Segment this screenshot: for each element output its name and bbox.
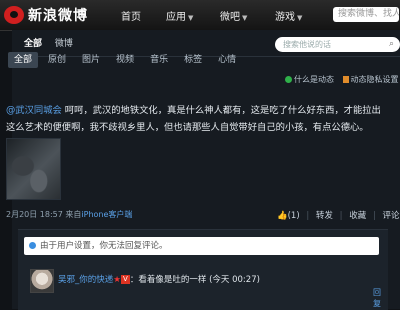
feed-filter-bar: 全部 原创 图片 视频 音乐 标签 心情 — [8, 52, 246, 68]
post-source-link[interactable]: iPhone客户端 — [81, 210, 132, 219]
filter-videos[interactable]: 视频 — [110, 52, 140, 68]
like-count[interactable]: (1) — [288, 211, 300, 221]
divider: | — [306, 211, 310, 221]
nav-weiba[interactable]: 微吧 ▼ — [220, 8, 247, 23]
nav-games[interactable]: 游戏 ▼ — [275, 8, 302, 23]
chevron-down-icon: ▼ — [297, 14, 303, 22]
reply-button[interactable]: 回复 — [373, 287, 388, 309]
favorite-button[interactable]: 收藏 — [349, 211, 366, 221]
tab-weibo[interactable]: 微博 — [55, 39, 73, 49]
mention-link[interactable]: @武汉同城会 — [6, 105, 62, 116]
post-from-label: 来自 — [65, 210, 82, 219]
lock-icon — [342, 76, 349, 83]
nav-weiba-label: 微吧 — [220, 12, 240, 23]
nav-games-label: 游戏 — [275, 12, 295, 23]
logo-text: 新浪微博 — [28, 8, 88, 24]
post-meta: 2月20日 18:57 来自iPhone客户端 — [6, 209, 132, 220]
thumbs-up-icon[interactable]: 👍 — [277, 211, 288, 221]
comment-username[interactable]: 吴邪_你的快递 — [58, 275, 113, 285]
member-star-icon: ★ — [113, 275, 121, 285]
post-image-thumbnail[interactable] — [6, 138, 61, 200]
feed-search-placeholder: 搜索他说的话 — [283, 40, 331, 49]
notice-text: 由于用户设置，你无法回复评论。 — [40, 241, 168, 251]
vip-badge-icon: V — [120, 275, 130, 284]
filter-music[interactable]: 音乐 — [144, 52, 174, 68]
tab-all[interactable]: 全部 — [24, 39, 42, 49]
divider: | — [339, 211, 343, 221]
divider: | — [372, 211, 376, 221]
filter-tags[interactable]: 标签 — [178, 52, 208, 68]
activity-privacy-link[interactable]: 动态隐私设置 — [351, 75, 399, 84]
info-icon — [29, 242, 36, 249]
comment-text: ：看着像是吐的一样 (今天 00:27) — [129, 275, 260, 285]
global-search-input[interactable]: 搜索微博、找人 — [333, 7, 399, 22]
filter-mood[interactable]: 心情 — [212, 52, 242, 68]
post-body-text: 呵呵，武汉的地铁文化，真是什么神人都有，这是吃了什么好东西，才能拉出这么艺术的便… — [6, 105, 381, 133]
what-is-activity-link[interactable]: 什么是动态 — [294, 75, 334, 84]
repost-button[interactable]: 转发 — [316, 211, 333, 221]
weibo-logo[interactable]: 新浪微博 — [4, 5, 88, 25]
comment-item: 吴邪_你的快递★ V ：看着像是吐的一样 (今天 00:27) — [58, 273, 260, 285]
top-navigation-bar: 新浪微博 首页 应用 ▼ 微吧 ▼ 游戏 ▼ 搜索微博、找人 — [0, 0, 400, 31]
nav-home-label: 首页 — [121, 12, 141, 23]
comment-button[interactable]: 评论(5) — [383, 211, 400, 221]
chevron-down-icon: ▼ — [242, 14, 248, 22]
nav-apps[interactable]: 应用 ▼ — [166, 8, 193, 23]
post-actions: 👍(1) | 转发 | 收藏 | 评论(5) — [277, 209, 400, 221]
comment-section: 由于用户设置，你无法回复评论。 吴邪_你的快递★ V ：看着像是吐的一样 (今天 0… — [18, 229, 388, 310]
feed-search-input[interactable]: 搜索他说的话 ⌕ — [275, 37, 400, 52]
nav-home[interactable]: 首页 — [121, 8, 141, 23]
profile-tabs: 全部 微博 — [24, 36, 83, 49]
chevron-down-icon: ▼ — [188, 14, 194, 22]
comment-restriction-notice: 由于用户设置，你无法回复评论。 — [24, 237, 379, 255]
filter-original[interactable]: 原创 — [42, 52, 72, 68]
activity-toolbar: 什么是动态 动态隐私设置 — [285, 74, 399, 85]
nav-apps-label: 应用 — [166, 12, 186, 23]
filter-all[interactable]: 全部 — [8, 52, 39, 68]
avatar[interactable] — [30, 269, 54, 293]
filter-pictures[interactable]: 图片 — [76, 52, 106, 68]
weibo-eye-icon — [4, 6, 24, 24]
post-time[interactable]: 2月20日 18:57 — [6, 210, 63, 219]
search-icon[interactable]: ⌕ — [389, 37, 394, 52]
help-dot-icon — [285, 76, 292, 83]
post-content: @武汉同城会 呵呵，武汉的地铁文化，真是什么神人都有，这是吃了什么好东西，才能拉… — [6, 102, 388, 136]
